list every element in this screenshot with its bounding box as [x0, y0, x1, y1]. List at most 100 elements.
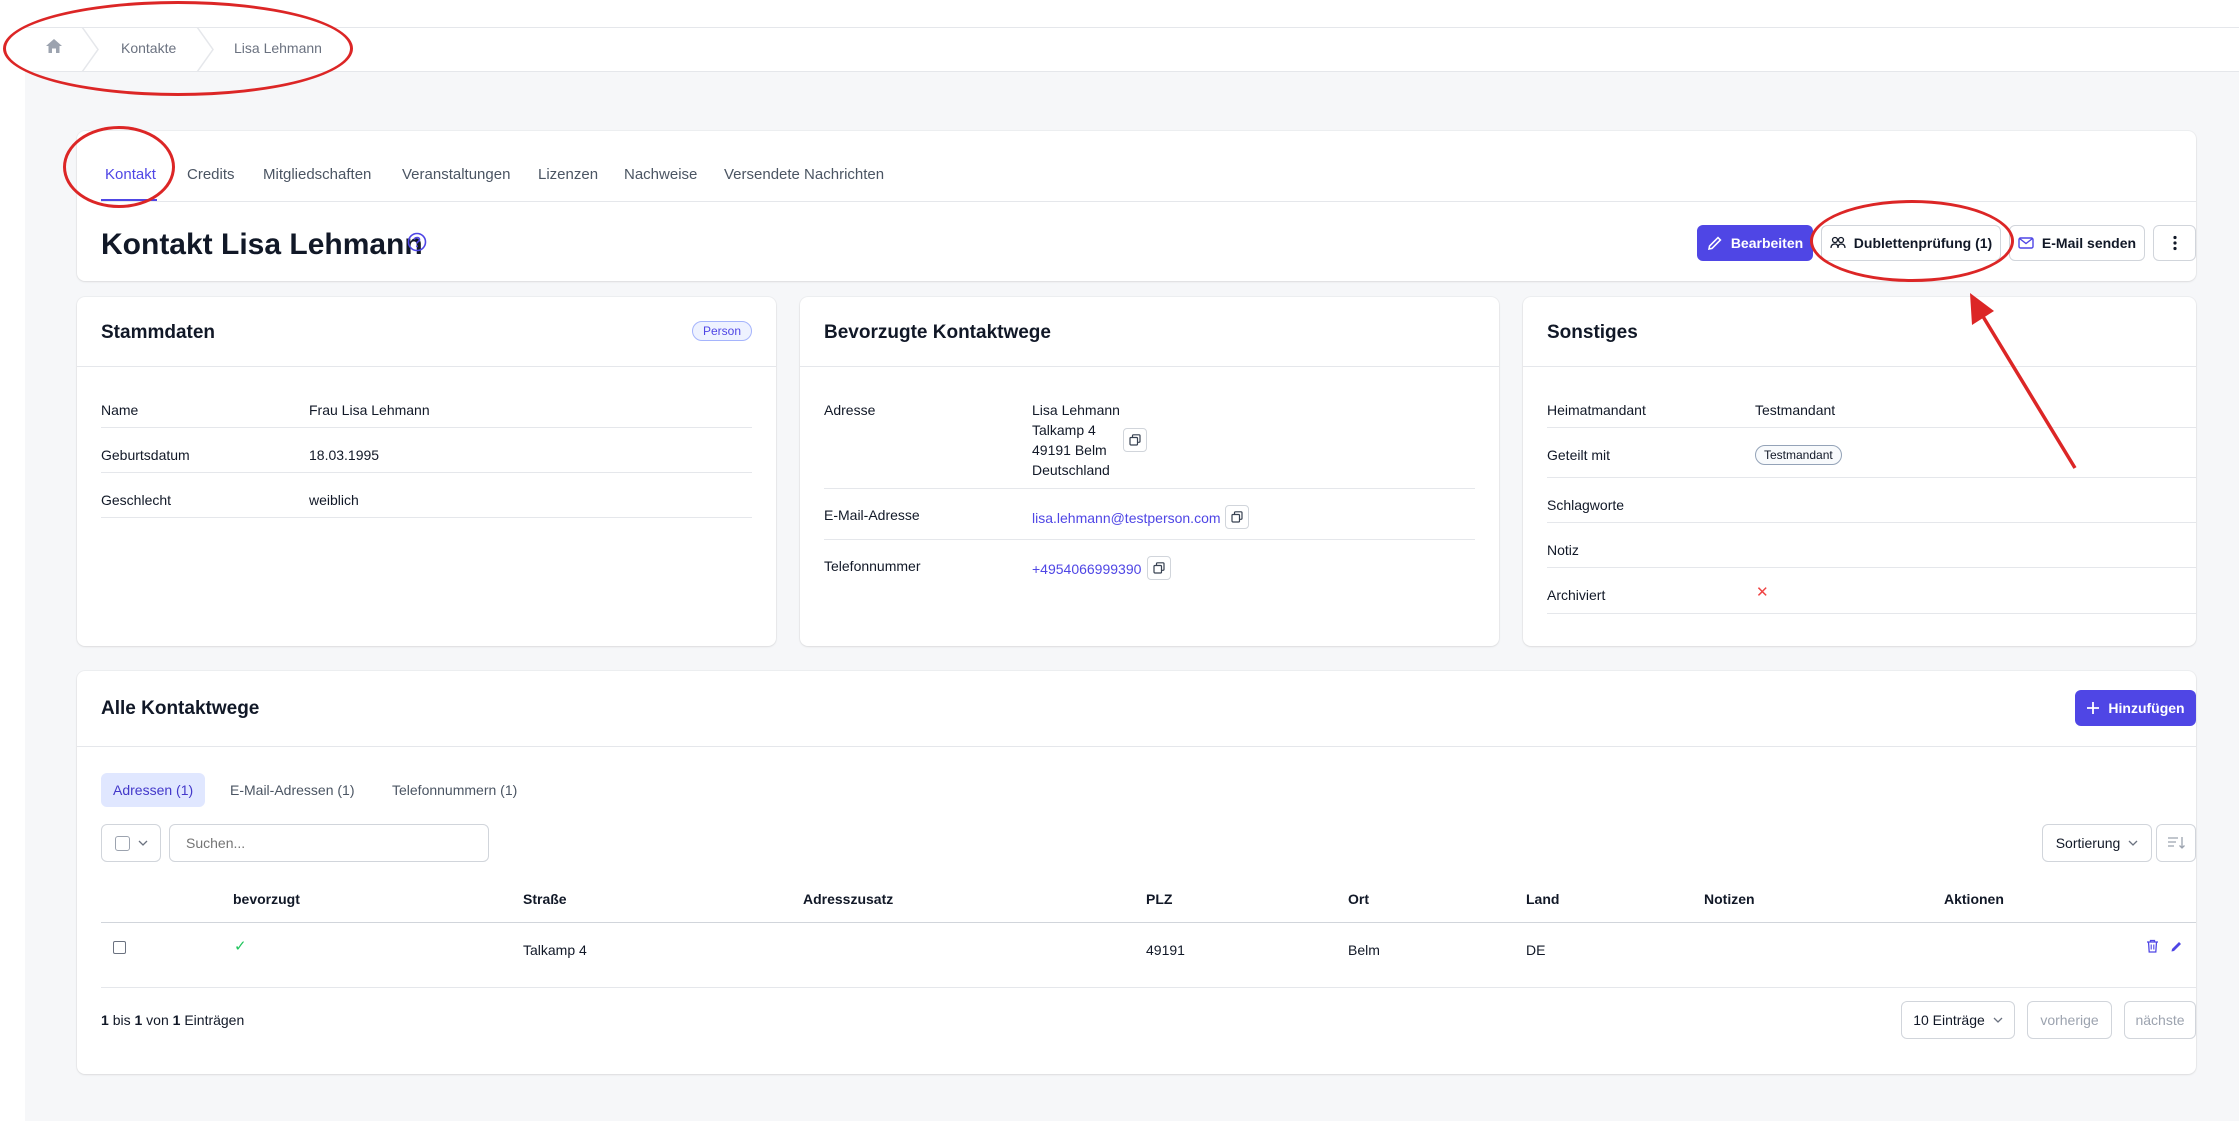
address-label: Adresse: [824, 402, 876, 418]
preferred-check-icon: ✓: [234, 938, 247, 955]
archived-label: Archiviert: [1547, 587, 1606, 603]
card-divider: [800, 366, 1499, 367]
row-checkbox[interactable]: [113, 941, 126, 954]
copy-address-button[interactable]: [1123, 428, 1147, 452]
add-button-label: Hinzufügen: [2108, 700, 2185, 716]
subtab-telefonnummern[interactable]: Telefonnummern (1): [392, 782, 517, 798]
sort-dropdown[interactable]: Sortierung: [2042, 824, 2152, 862]
page-size-dropdown[interactable]: 10 Einträge: [1901, 1001, 2015, 1039]
summary-of-word: von: [146, 1012, 169, 1028]
sonstiges-card: [1523, 297, 2196, 646]
edit-row-icon[interactable]: [2170, 940, 2183, 958]
more-actions-button[interactable]: [2153, 225, 2196, 261]
prev-page-button[interactable]: vorherige: [2027, 1001, 2112, 1039]
subtab-adressen[interactable]: Adressen (1): [101, 773, 206, 807]
summary-suffix: Einträgen: [184, 1012, 245, 1028]
row-divider: [1547, 613, 2196, 614]
address-line: Lisa Lehmann: [1032, 402, 1120, 418]
name-value: Frau Lisa Lehmann: [309, 402, 430, 418]
prev-page-label: vorherige: [2040, 1012, 2099, 1028]
copy-icon: [1153, 562, 1165, 574]
name-label: Name: [101, 402, 139, 418]
email-link[interactable]: lisa.lehmann@testperson.com: [1032, 508, 1221, 528]
summary-to-word: bis: [112, 1012, 131, 1028]
shared-with-badge: Testmandant: [1755, 445, 1842, 465]
next-page-button[interactable]: nächste: [2124, 1001, 2196, 1039]
table-row-divider: [101, 987, 2196, 988]
tab-veranstaltungen[interactable]: Veranstaltungen: [402, 166, 510, 183]
chevron-down-icon: [1993, 1017, 2003, 1023]
annotation-circle-duplicate: [1810, 200, 2014, 282]
mail-icon: [2018, 237, 2034, 249]
address-line: Deutschland: [1032, 462, 1110, 478]
phone-link[interactable]: +4954066999390: [1032, 559, 1141, 579]
column-header-adresszusatz: Adresszusatz: [803, 891, 894, 907]
column-header-strasse: Straße: [523, 891, 567, 907]
row-divider: [824, 488, 1475, 489]
copy-icon: [1231, 511, 1243, 523]
help-icon[interactable]: [407, 232, 427, 257]
row-divider: [824, 539, 1475, 540]
bulk-select-dropdown[interactable]: [101, 824, 161, 862]
summary-to: 1: [134, 1012, 143, 1028]
subtab-email-adressen[interactable]: E-Mail-Adressen (1): [230, 782, 354, 798]
column-header-bevorzugt: bevorzugt: [233, 891, 300, 907]
summary-from: 1: [101, 1012, 109, 1028]
breadcrumb: [25, 27, 2239, 72]
home-tenant-value: Testmandant: [1755, 402, 1836, 418]
annotation-arrow: [1970, 293, 2077, 469]
pagination-summary: 1 bis 1 von 1 Einträgen: [101, 1012, 244, 1028]
search-input[interactable]: [169, 824, 489, 862]
row-divider: [101, 427, 752, 428]
add-button[interactable]: Hinzufügen: [2075, 690, 2196, 726]
column-header-ort: Ort: [1348, 891, 1369, 907]
cell-ort: Belm: [1348, 942, 1380, 958]
tab-credits[interactable]: Credits: [187, 166, 235, 183]
send-email-button[interactable]: E-Mail senden: [2009, 225, 2145, 261]
shared-with-label: Geteilt mit: [1547, 447, 1611, 463]
row-divider: [101, 472, 752, 473]
delete-row-icon[interactable]: [2146, 939, 2159, 958]
alle-kontaktwege-card: [77, 671, 2196, 1074]
send-email-label: E-Mail senden: [2041, 235, 2137, 251]
home-tenant-label: Heimatmandant: [1547, 402, 1646, 418]
column-header-notizen: Notizen: [1704, 891, 1755, 907]
select-all-checkbox[interactable]: [114, 835, 130, 851]
sort-direction-button[interactable]: [2156, 824, 2196, 862]
phone-label: Telefonnummer: [824, 558, 921, 574]
stammdaten-title: Stammdaten: [101, 322, 216, 343]
row-divider: [1547, 567, 2196, 568]
row-divider: [1547, 522, 2196, 523]
row-divider: [1547, 427, 2196, 428]
copy-email-button[interactable]: [1225, 505, 1249, 529]
tab-lizenzen[interactable]: Lizenzen: [538, 166, 598, 183]
alle-kontaktwege-title: Alle Kontaktwege: [101, 698, 260, 719]
edit-button[interactable]: Bearbeiten: [1697, 225, 1813, 261]
address-value: Lisa Lehmann Talkamp 4 49191 Belm Deutsc…: [1032, 400, 1120, 480]
row-divider: [1547, 477, 2196, 478]
edit-button-label: Bearbeiten: [1730, 235, 1804, 251]
email-label: E-Mail-Adresse: [824, 507, 920, 523]
kontaktwege-card: [800, 297, 1499, 646]
note-label: Notiz: [1547, 542, 1579, 558]
cell-plz: 49191: [1146, 942, 1185, 958]
copy-icon: [1129, 434, 1141, 446]
sonstiges-title: Sonstiges: [1547, 322, 1638, 343]
chevron-down-icon: [138, 840, 147, 846]
column-header-aktionen: Aktionen: [1944, 891, 2004, 907]
card-divider: [1523, 366, 2196, 367]
more-vertical-icon: [2172, 235, 2177, 251]
gender-label: Geschlecht: [101, 492, 172, 508]
page-size-label: 10 Einträge: [1913, 1012, 1985, 1028]
tab-mitgliedschaften[interactable]: Mitgliedschaften: [263, 166, 371, 183]
copy-phone-button[interactable]: [1147, 556, 1171, 580]
plus-icon: [2087, 702, 2100, 714]
cell-land: DE: [1526, 942, 1546, 958]
sort-label: Sortierung: [2055, 835, 2121, 851]
birthdate-label: Geburtsdatum: [101, 447, 190, 463]
person-badge: Person: [692, 321, 753, 341]
address-line: 49191 Belm: [1032, 442, 1107, 458]
tab-nachweise[interactable]: Nachweise: [624, 166, 697, 183]
next-page-label: nächste: [2135, 1012, 2185, 1028]
tab-versendete-nachrichten[interactable]: Versendete Nachrichten: [724, 166, 884, 183]
